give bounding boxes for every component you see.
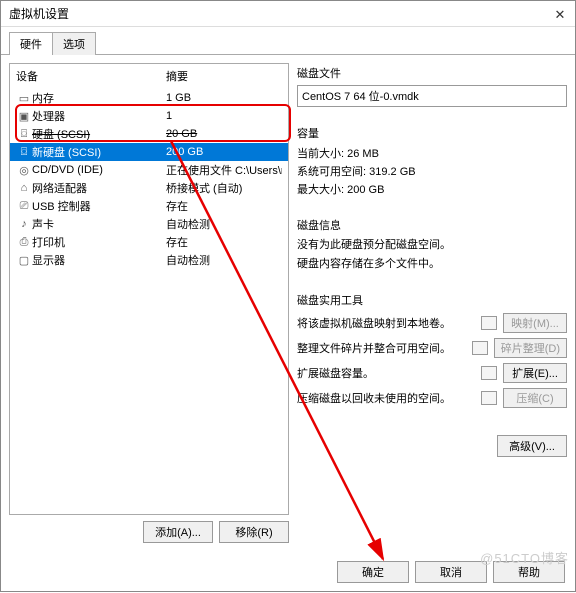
- device-name: CD/DVD (IDE): [32, 164, 166, 176]
- capacity-current: 当前大小: 26 MB: [297, 145, 567, 161]
- disk-info-line1: 没有为此硬盘预分配磁盘空间。: [297, 237, 567, 254]
- disk-info-line2: 硬盘内容存储在多个文件中。: [297, 256, 567, 273]
- device-summary: 存在: [166, 198, 282, 214]
- defrag-icon: [472, 341, 488, 355]
- device-name: 显示器: [32, 252, 166, 268]
- device-name: 处理器: [32, 108, 166, 124]
- device-summary: 1 GB: [166, 92, 282, 104]
- expand-icon: [481, 366, 497, 380]
- device-name: USB 控制器: [32, 198, 166, 214]
- device-name: 内存: [32, 90, 166, 106]
- disk-file-value: CentOS 7 64 位-0.vmdk: [297, 85, 567, 107]
- device-row[interactable]: ⎙打印机存在: [10, 233, 288, 251]
- device-list[interactable]: ▭内存1 GB▣处理器1⌼硬盘 (SCSI)20 GB⌼新硬盘 (SCSI)20…: [10, 89, 288, 514]
- device-row[interactable]: ⌼新硬盘 (SCSI)200 GB: [10, 143, 288, 161]
- defrag-button[interactable]: 碎片整理(D): [494, 338, 567, 358]
- device-icon: ♪: [16, 218, 32, 230]
- tab-hardware[interactable]: 硬件: [9, 32, 53, 55]
- watermark: @51CTO博客: [480, 548, 569, 567]
- defrag-label: 整理文件碎片并整合可用空间。: [297, 340, 466, 356]
- device-row[interactable]: ▢显示器自动检测: [10, 251, 288, 269]
- device-icon: ⌼: [16, 146, 32, 159]
- remove-button[interactable]: 移除(R): [219, 521, 289, 543]
- map-label: 将该虚拟机磁盘映射到本地卷。: [297, 315, 475, 331]
- device-row[interactable]: ▣处理器1: [10, 107, 288, 125]
- expand-button[interactable]: 扩展(E)...: [503, 363, 567, 383]
- device-name: 打印机: [32, 234, 166, 250]
- device-name: 声卡: [32, 216, 166, 232]
- device-icon: ⎙: [16, 236, 32, 249]
- device-summary: 20 GB: [166, 128, 282, 140]
- device-icon: ▣: [16, 110, 32, 123]
- device-summary: 正在使用文件 C:\Users\root\De...: [166, 162, 282, 178]
- device-name: 硬盘 (SCSI): [32, 126, 166, 142]
- device-summary: 自动检测: [166, 216, 282, 232]
- cancel-button[interactable]: 取消: [415, 561, 487, 583]
- device-name: 网络适配器: [32, 180, 166, 196]
- device-summary: 存在: [166, 234, 282, 250]
- disk-info-title: 磁盘信息: [297, 217, 567, 233]
- device-summary: 桥接模式 (自动): [166, 180, 282, 196]
- device-icon: ▭: [16, 92, 32, 105]
- device-icon: ▢: [16, 254, 32, 267]
- device-icon: ⎚: [16, 200, 32, 213]
- device-summary: 自动检测: [166, 252, 282, 268]
- window-title: 虚拟机设置: [9, 5, 553, 22]
- map-icon: [481, 316, 497, 330]
- device-row[interactable]: ◎CD/DVD (IDE)正在使用文件 C:\Users\root\De...: [10, 161, 288, 179]
- add-button[interactable]: 添加(A)...: [143, 521, 213, 543]
- device-list-panel: 设备 摘要 ▭内存1 GB▣处理器1⌼硬盘 (SCSI)20 GB⌼新硬盘 (S…: [9, 63, 289, 515]
- device-row[interactable]: ⌂网络适配器桥接模式 (自动): [10, 179, 288, 197]
- col-device: 设备: [16, 68, 166, 84]
- device-summary: 1: [166, 110, 282, 122]
- device-icon: ⌼: [16, 128, 32, 141]
- tools-title: 磁盘实用工具: [297, 292, 567, 308]
- device-row[interactable]: ⎚USB 控制器存在: [10, 197, 288, 215]
- device-name: 新硬盘 (SCSI): [32, 144, 166, 160]
- device-row[interactable]: ♪声卡自动检测: [10, 215, 288, 233]
- expand-label: 扩展磁盘容量。: [297, 365, 475, 381]
- col-summary: 摘要: [166, 68, 282, 84]
- advanced-button[interactable]: 高级(V)...: [497, 435, 567, 457]
- capacity-free: 系统可用空间: 319.2 GB: [297, 163, 567, 179]
- capacity-max: 最大大小: 200 GB: [297, 181, 567, 197]
- map-button[interactable]: 映射(M)...: [503, 313, 567, 333]
- device-summary: 200 GB: [166, 146, 282, 158]
- compact-button[interactable]: 压缩(C): [503, 388, 567, 408]
- device-row[interactable]: ▭内存1 GB: [10, 89, 288, 107]
- ok-button[interactable]: 确定: [337, 561, 409, 583]
- compact-icon: [481, 391, 497, 405]
- disk-file-title: 磁盘文件: [297, 65, 567, 81]
- tabs: 硬件 选项: [1, 27, 575, 55]
- capacity-title: 容量: [297, 125, 567, 141]
- device-icon: ◎: [16, 164, 32, 177]
- close-icon[interactable]: ✕: [553, 7, 567, 21]
- tab-options[interactable]: 选项: [52, 32, 96, 55]
- compact-label: 压缩磁盘以回收未使用的空间。: [297, 390, 475, 406]
- device-row[interactable]: ⌼硬盘 (SCSI)20 GB: [10, 125, 288, 143]
- device-icon: ⌂: [16, 182, 32, 194]
